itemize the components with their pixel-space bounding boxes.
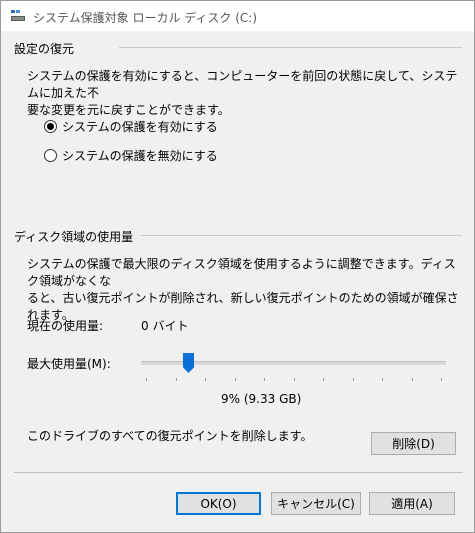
disable-protection-label: システムの保護を無効にする [62, 148, 218, 163]
slider-tick [294, 378, 295, 381]
radio-button-unchecked[interactable] [44, 148, 57, 162]
slider-tick [264, 378, 265, 381]
restore-settings-description: システムの保護を有効にすると、コンピューターを前回の状態に戻して、システムに加え… [27, 68, 462, 119]
restore-description-line1: システムの保護を有効にすると、コンピューターを前回の状態に戻して、システムに加え… [27, 69, 458, 100]
computer-drive-icon [11, 10, 25, 21]
disk-usage-description: システムの保護で最大限のディスク領域を使用するように調整できます。ディスク領域が… [27, 256, 462, 324]
delete-button[interactable]: 削除(D) [371, 432, 456, 455]
max-usage-slider-thumb[interactable] [183, 353, 194, 373]
max-usage-label: 最大使用量(M): [27, 357, 111, 371]
enable-protection-label: システムの保護を有効にする [62, 119, 218, 134]
slider-tick [353, 378, 354, 381]
current-usage-label: 現在の使用量: [27, 319, 104, 333]
slider-tick [176, 378, 177, 381]
window-title: システム保護対象 ローカル ディスク (C:) [33, 11, 258, 25]
disk-description-line1: システムの保護で最大限のディスク領域を使用するように調整できます。ディスク領域が… [27, 257, 456, 288]
delete-restore-points-text: このドライブのすべての復元ポイントを削除します。 [27, 429, 313, 443]
restore-settings-divider [119, 47, 462, 48]
slider-tick [235, 378, 236, 381]
radio-button-checked[interactable] [44, 119, 57, 133]
apply-button[interactable]: 適用(A) [369, 492, 455, 515]
disk-usage-divider [141, 235, 462, 236]
disk-usage-header: ディスク領域の使用量 [14, 230, 134, 244]
current-usage-value: 0 バイト [141, 319, 189, 333]
slider-tick [323, 378, 324, 381]
disable-protection-radio[interactable]: システムの保護を無効にする [44, 147, 218, 163]
cancel-button[interactable]: キャンセル(C) [271, 492, 361, 515]
title-bar[interactable]: システム保護対象 ローカル ディスク (C:) [1, 1, 474, 31]
restore-settings-header: 設定の復元 [14, 42, 75, 56]
restore-description-line2: 要な変更を元に戻すことができます。 [27, 103, 230, 117]
slider-tick [382, 378, 383, 381]
footer-separator [14, 472, 463, 473]
slider-tick [146, 378, 147, 381]
max-usage-percent: 9% (9.33 GB) [221, 392, 302, 406]
slider-tick [412, 378, 413, 381]
slider-tick [205, 378, 206, 381]
system-protection-dialog: システム保護対象 ローカル ディスク (C:) 設定の復元 システムの保護を有効… [0, 0, 475, 533]
ok-button[interactable]: OK(O) [176, 492, 261, 515]
slider-tick [441, 378, 442, 381]
enable-protection-radio[interactable]: システムの保護を有効にする [44, 118, 218, 134]
